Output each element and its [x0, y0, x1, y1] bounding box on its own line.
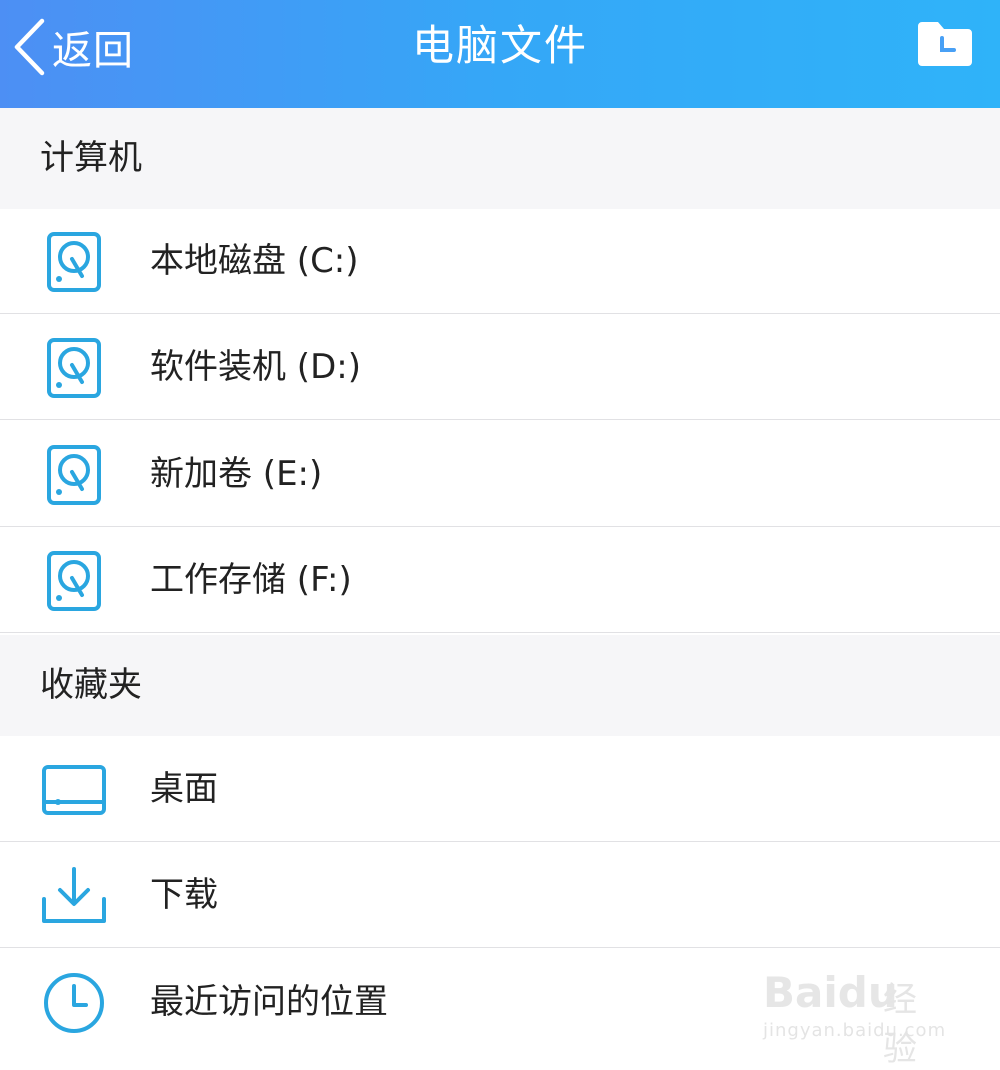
page-title: 电脑文件 — [411, 21, 588, 70]
drive-label: 工作存储 (F:) — [150, 560, 352, 600]
hard-drive-icon — [47, 551, 101, 611]
watermark-logo: Baidu — [763, 968, 898, 1017]
drive-item-e[interactable]: 新加卷 (E:) — [0, 422, 1000, 527]
baidu-jingyan-watermark: Baidu 经验 jingyan.baidu.com — [763, 946, 948, 1069]
favorite-item-desktop[interactable]: 桌面 — [0, 737, 1000, 842]
hard-drive-icon — [47, 338, 101, 398]
drive-label: 新加卷 (E:) — [150, 454, 323, 494]
section-header-computer: 计算机 — [0, 108, 1000, 209]
drive-item-c[interactable]: 本地磁盘 (C:) — [0, 209, 1000, 314]
section-header-favorites: 收藏夹 — [0, 635, 1000, 736]
drive-label: 软件装机 (D:) — [150, 347, 361, 387]
desktop-icon — [42, 765, 106, 815]
watermark-url: jingyan.baidu.com — [763, 1020, 947, 1041]
favorite-label: 最近访问的位置 — [150, 982, 388, 1022]
favorite-label: 桌面 — [150, 769, 218, 809]
folder-button[interactable] — [914, 16, 976, 70]
clock-icon — [44, 973, 104, 1033]
drive-item-d[interactable]: 软件装机 (D:) — [0, 315, 1000, 420]
drive-label: 本地磁盘 (C:) — [150, 241, 359, 281]
favorite-label: 下载 — [150, 875, 218, 915]
download-icon — [42, 867, 106, 923]
folder-icon — [918, 22, 972, 66]
hard-drive-icon — [47, 232, 101, 292]
hard-drive-icon — [47, 445, 101, 505]
top-bar: 返回 电脑文件 — [0, 0, 1000, 108]
drive-item-f[interactable]: 工作存储 (F:) — [0, 528, 1000, 633]
favorite-item-downloads[interactable]: 下载 — [0, 843, 1000, 948]
